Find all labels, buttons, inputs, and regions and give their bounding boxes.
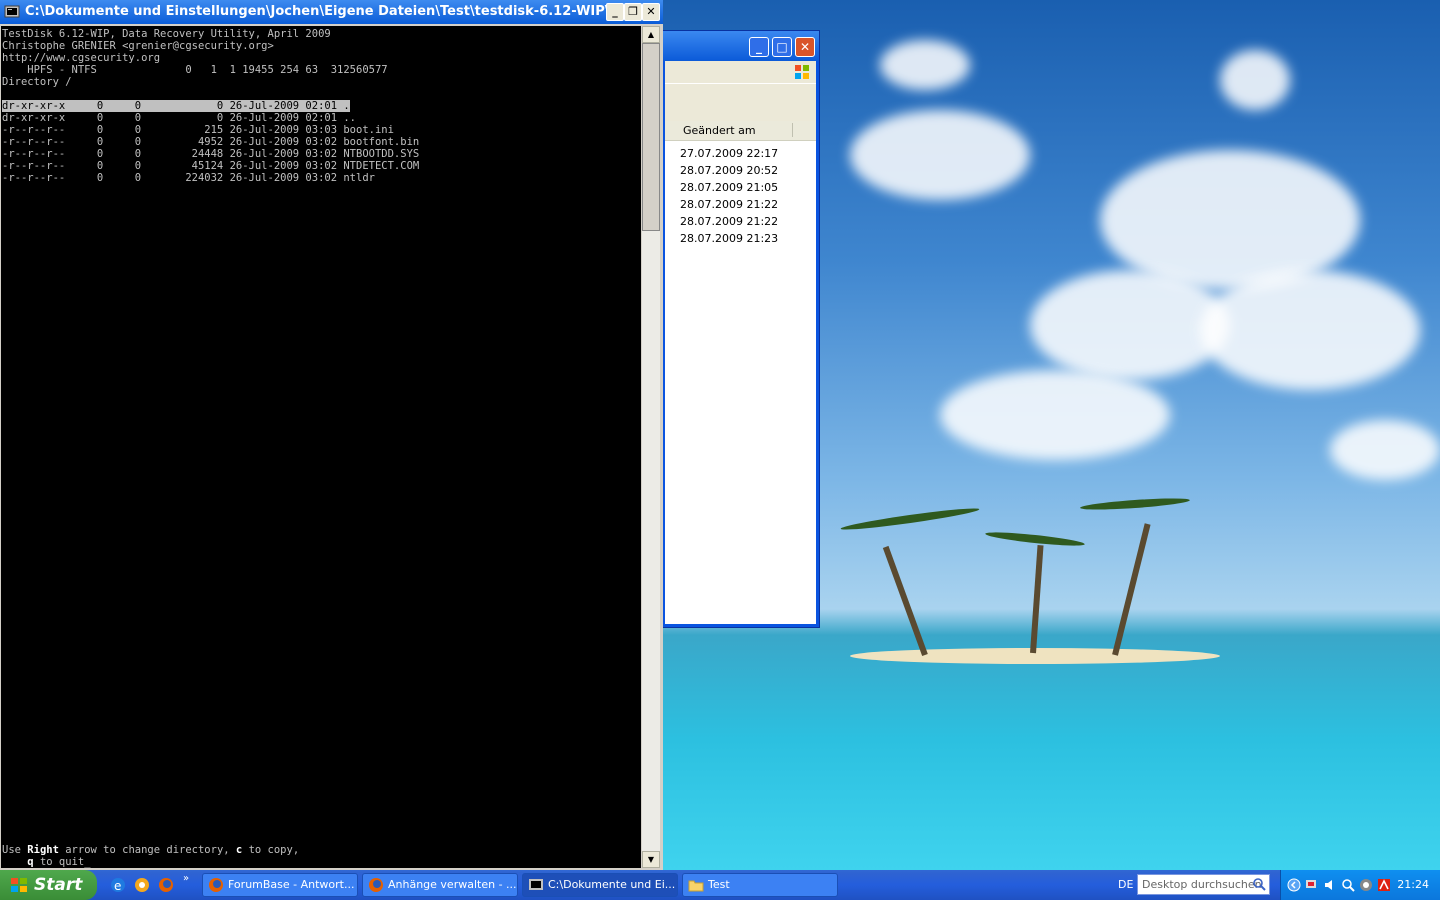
taskbar-button-test[interactable]: Test [682, 873, 838, 897]
console-line: http://www.cgsecurity.org [2, 52, 161, 64]
search-placeholder: Desktop durchsuchen [1142, 878, 1262, 891]
modified-date-cell[interactable]: 27.07.2009 22:17 [665, 145, 816, 162]
taskbar-button-label: C:\Dokumente und Ei... [548, 878, 676, 891]
palm-leaves [984, 529, 1086, 549]
internet-explorer-icon[interactable]: e [109, 876, 127, 894]
taskbar-button-console[interactable]: C:\Dokumente und Ei... [522, 873, 678, 897]
modified-date-cell[interactable]: 28.07.2009 21:23 [665, 230, 816, 247]
firefox-icon[interactable] [157, 876, 175, 894]
language-indicator[interactable]: DE [1118, 870, 1133, 900]
directory-entry[interactable]: -r--r--r-- 0 0 45124 26-Jul-2009 03:02 N… [2, 160, 419, 172]
console-scrollbar[interactable]: ▲ ▼ [642, 26, 660, 868]
maximize-button[interactable]: □ [772, 37, 792, 57]
taskbar: Start e » ForumBase - Antwort... Anhänge… [0, 870, 1440, 900]
modified-date-cell[interactable]: 28.07.2009 21:05 [665, 179, 816, 196]
modified-date-cell[interactable]: 28.07.2009 20:52 [665, 162, 816, 179]
security-tray-icon[interactable] [1359, 878, 1373, 892]
clock[interactable]: 21:24 [1397, 870, 1429, 900]
console-app-icon [529, 879, 543, 890]
cloud [1220, 50, 1290, 110]
tray-expand-icon[interactable] [1287, 878, 1301, 892]
directory-entry[interactable]: -r--r--r-- 0 0 224032 26-Jul-2009 03:02 … [2, 172, 375, 184]
cloud [1200, 270, 1420, 390]
directory-entry[interactable]: dr-xr-xr-x 0 0 0 26-Jul-2009 02:01 .. [2, 112, 356, 124]
restore-button[interactable]: ❐ [624, 3, 642, 21]
directory-entry[interactable]: -r--r--r-- 0 0 215 26-Jul-2009 03:03 boo… [2, 124, 394, 136]
taskbar-button-label: Anhänge verwalten - ... [388, 878, 517, 891]
scroll-up-button[interactable]: ▲ [642, 26, 660, 43]
palm-leaves [1079, 496, 1191, 512]
file-list[interactable]: Geändert am 27.07.2009 22:17 28.07.2009 … [665, 121, 816, 624]
cursor: _ [84, 856, 91, 868]
modified-date-cell[interactable]: 28.07.2009 21:22 [665, 213, 816, 230]
column-header-modified[interactable]: Geändert am [665, 121, 816, 141]
console-output[interactable]: TestDisk 6.12-WIP, Data Recovery Utility… [1, 26, 641, 868]
folder-icon [688, 880, 704, 892]
explorer-titlebar[interactable]: _ □ ✕ [661, 31, 819, 61]
console-line: HPFS - NTFS 0 1 1 19455 254 63 312560577 [2, 64, 388, 76]
palm-trunk [1030, 545, 1044, 654]
console-line: Directory / [2, 76, 72, 88]
taskbar-button-label: Test [708, 878, 730, 891]
scroll-thumb[interactable] [642, 43, 660, 231]
antivirus-icon[interactable] [1377, 878, 1391, 892]
close-button[interactable]: ✕ [642, 3, 660, 21]
desktop-search-input[interactable]: Desktop durchsuchen [1137, 874, 1270, 895]
network-icon[interactable] [1305, 878, 1319, 892]
palm-trunk [882, 545, 928, 657]
taskbar-button-anhaenge[interactable]: Anhänge verwalten - ... [362, 873, 518, 897]
explorer-window[interactable]: _ □ ✕ Geändert am 27.07.2009 22:17 28.07… [660, 30, 820, 628]
cloud [880, 40, 970, 90]
quicklaunch-chevron[interactable]: » [183, 873, 189, 884]
volume-icon[interactable] [1323, 878, 1337, 892]
scroll-down-button[interactable]: ▼ [642, 851, 660, 868]
directory-entry[interactable]: -r--r--r-- 0 0 24448 26-Jul-2009 03:02 N… [2, 148, 419, 160]
console-footer-line: q to quit_ [27, 856, 91, 868]
windows-logo-icon [11, 878, 27, 892]
palm-trunk [1112, 523, 1151, 656]
directory-entry[interactable]: dr-xr-xr-x 0 0 0 26-Jul-2009 02:01 . [2, 100, 350, 112]
firefox-icon [209, 878, 223, 892]
minimize-button[interactable]: _ [749, 37, 769, 57]
minimize-button[interactable]: _ [606, 3, 624, 21]
explorer-toolbar [665, 83, 816, 122]
palm-leaves [840, 505, 980, 533]
firefox-icon [369, 878, 383, 892]
search-icon[interactable] [1252, 877, 1267, 892]
key-right: Right [27, 844, 59, 856]
console-line: TestDisk 6.12-WIP, Data Recovery Utility… [2, 28, 331, 40]
cloud [1330, 420, 1440, 480]
console-line: Christophe GRENIER <grenier@cgsecurity.o… [2, 40, 274, 52]
svg-text:e: e [114, 879, 121, 893]
start-button[interactable]: Start [0, 870, 97, 900]
console-titlebar[interactable]: C:\Dokumente und Einstellungen\Jochen\Ei… [0, 0, 663, 24]
system-tray: 21:24 [1280, 870, 1440, 900]
close-button[interactable]: ✕ [795, 37, 815, 57]
cloud [940, 370, 1170, 460]
windows-logo-icon [795, 65, 809, 79]
console-window[interactable]: C:\Dokumente und Einstellungen\Jochen\Ei… [0, 0, 663, 870]
console-app-icon [4, 5, 20, 18]
taskbar-button-label: ForumBase - Antwort... [228, 878, 355, 891]
directory-entry[interactable]: -r--r--r-- 0 0 4952 26-Jul-2009 03:02 bo… [2, 136, 419, 148]
messenger-icon[interactable] [133, 876, 151, 894]
taskbar-button-forumbase[interactable]: ForumBase - Antwort... [202, 873, 358, 897]
cloud [850, 110, 1030, 200]
console-title: C:\Dokumente und Einstellungen\Jochen\Ei… [25, 4, 610, 19]
search-tray-icon[interactable] [1341, 878, 1355, 892]
console-footer-line: Use Right arrow to change directory, c t… [2, 844, 300, 856]
modified-date-cell[interactable]: 28.07.2009 21:22 [665, 196, 816, 213]
start-label: Start [34, 875, 83, 895]
cloud [1100, 150, 1360, 290]
explorer-menubar [665, 61, 816, 83]
